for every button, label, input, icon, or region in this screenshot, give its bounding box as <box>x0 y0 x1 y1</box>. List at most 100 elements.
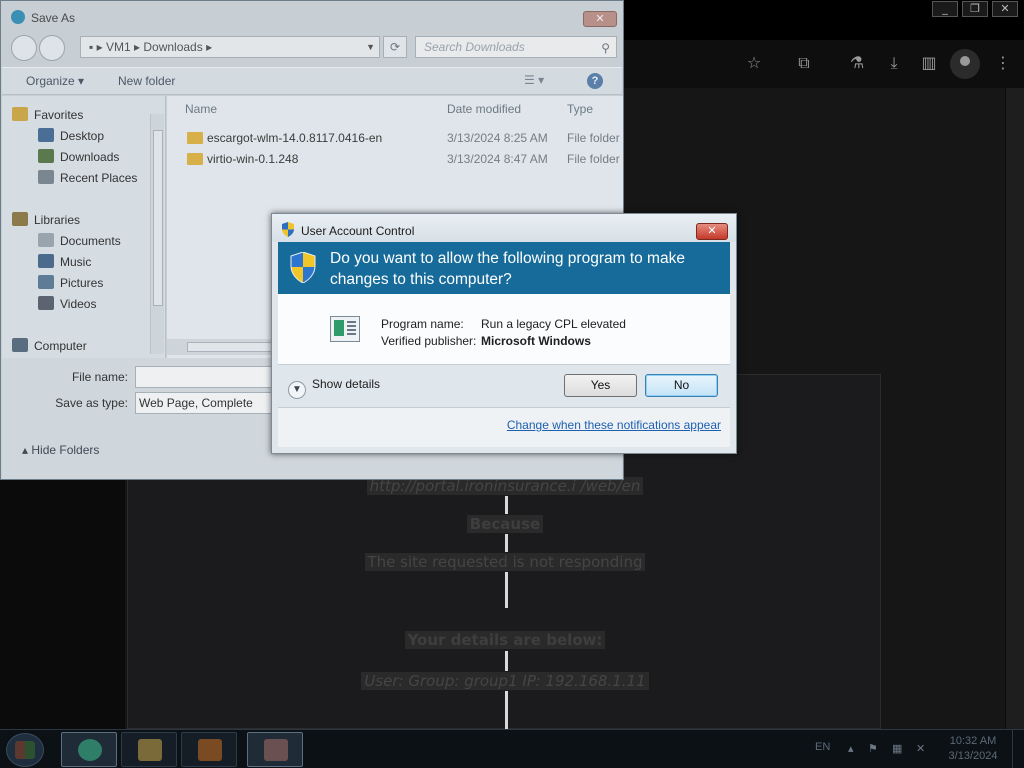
nav-favorites[interactable]: Favorites <box>12 106 83 124</box>
taskbar-browser[interactable] <box>61 732 117 767</box>
search-placeholder: Search Downloads <box>424 40 525 54</box>
publisher-value: Microsoft Windows <box>481 334 591 348</box>
language-indicator[interactable]: EN <box>815 741 830 753</box>
restore-button[interactable]: ❐ <box>962 1 988 17</box>
volume-muted-icon[interactable]: ✕ <box>916 742 928 755</box>
documents-icon <box>38 233 54 247</box>
file-date: 3/13/2024 8:47 AM <box>447 152 548 166</box>
uac-title: User Account Control <box>301 224 415 238</box>
show-desktop-button[interactable] <box>1012 730 1024 768</box>
sidepanel-icon[interactable]: ▥ <box>918 52 940 74</box>
new-folder-button[interactable]: New folder <box>118 74 175 88</box>
breadcrumb-downloads[interactable]: Downloads <box>143 40 202 54</box>
recent-places-icon <box>38 170 54 184</box>
uac-dialog: User Account Control ✕ Do you want to al… <box>271 213 737 454</box>
hscroll-thumb[interactable] <box>187 342 277 352</box>
navigation-pane: Favorites Desktop Downloads Recent Place… <box>2 96 166 358</box>
nav-documents[interactable]: Documents <box>38 232 121 250</box>
file-row[interactable]: escargot-wlm-14.0.8117.0416-en 3/13/2024… <box>167 128 623 148</box>
show-details-toggle[interactable]: ▼ Show details <box>288 377 380 399</box>
minimize-button[interactable]: _ <box>932 1 958 17</box>
view-options-icon[interactable]: ☰ ▾ <box>524 73 544 87</box>
taskbar-media-player[interactable] <box>181 732 237 767</box>
folder-icon <box>187 153 203 165</box>
no-button[interactable]: No <box>645 374 718 397</box>
uac-shield-icon <box>282 222 294 237</box>
nav-scroll-thumb[interactable] <box>153 130 163 306</box>
file-type: File folder <box>567 131 620 145</box>
flow-connector <box>505 496 508 514</box>
change-notifications-link[interactable]: Change when these notifications appear <box>507 418 721 432</box>
save-as-type-select[interactable]: Web Page, Complete <box>135 392 285 414</box>
network-icon[interactable]: ▦ <box>892 742 904 755</box>
file-name-field[interactable] <box>135 366 285 388</box>
forward-button[interactable] <box>39 35 65 61</box>
nav-desktop[interactable]: Desktop <box>38 127 104 145</box>
save-as-close-button[interactable]: ✕ <box>583 11 617 27</box>
uac-shield-icon <box>290 252 316 283</box>
chevron-up-icon: ▴ <box>22 443 29 457</box>
save-as-title: Save As <box>31 11 76 25</box>
flow-connector <box>505 691 508 729</box>
organize-button[interactable]: Organize ▾ <box>26 74 84 88</box>
nav-downloads[interactable]: Downloads <box>38 148 119 166</box>
breadcrumb-vm1[interactable]: VM1 <box>106 40 131 54</box>
nav-libraries[interactable]: Libraries <box>12 211 80 229</box>
help-icon[interactable]: ? <box>587 73 603 89</box>
nav-pictures[interactable]: Pictures <box>38 274 103 292</box>
yes-button[interactable]: Yes <box>564 374 637 397</box>
column-header-date[interactable]: Date modified <box>447 102 521 116</box>
profile-avatar[interactable] <box>950 49 980 79</box>
details-heading: Your details are below: <box>125 631 885 649</box>
clock[interactable]: 10:32 AM 3/13/2024 <box>940 734 1006 764</box>
nav-recent-places[interactable]: Recent Places <box>38 169 137 187</box>
taskbar: EN ▴ ⚑ ▦ ✕ 10:32 AM 3/13/2024 <box>0 729 1024 768</box>
file-row[interactable]: virtio-win-0.1.248 3/13/2024 8:47 AM Fil… <box>167 149 623 169</box>
start-button[interactable] <box>6 733 44 767</box>
close-button[interactable]: ✕ <box>992 1 1018 17</box>
uac-close-button[interactable]: ✕ <box>696 223 728 240</box>
menu-kebab-icon[interactable]: ⋮ <box>992 52 1014 74</box>
taskbar-uac[interactable] <box>247 732 303 767</box>
nav-music[interactable]: Music <box>38 253 91 271</box>
file-name-label: File name: <box>71 370 128 384</box>
tray-arrow-icon[interactable]: ▴ <box>848 742 860 755</box>
nav-computer[interactable]: Computer <box>12 337 87 355</box>
uac-banner: Do you want to allow the following progr… <box>278 242 730 294</box>
labs-flask-icon[interactable]: ⚗ <box>846 52 868 74</box>
flow-connector <box>505 651 508 671</box>
file-list-hscrollbar[interactable] <box>167 339 277 355</box>
refresh-button[interactable]: ⟳ <box>383 36 407 58</box>
because-heading: Because <box>125 515 885 533</box>
search-input[interactable]: Search Downloads ⚲ <box>415 36 617 58</box>
hide-folders-button[interactable]: ▴ Hide Folders <box>22 443 99 457</box>
download-icon[interactable]: ⤓ <box>883 52 905 74</box>
block-reason: The site requested is not responding <box>125 553 885 571</box>
uac-program-info: Program name: Run a legacy CPL elevated … <box>278 294 730 364</box>
flow-connector <box>505 534 508 552</box>
browser-window-controls: _ ❐ ✕ <box>928 1 1018 17</box>
taskbar-explorer[interactable] <box>121 732 177 767</box>
uac-footer: Change when these notifications appear <box>278 408 730 447</box>
control-panel-icon <box>330 316 360 342</box>
media-player-icon <box>198 739 222 761</box>
chevron-down-icon[interactable]: ▼ <box>366 37 375 57</box>
column-header-type[interactable]: Type <box>567 102 593 116</box>
program-name-value: Run a legacy CPL elevated <box>481 317 626 331</box>
extensions-icon[interactable]: ⧉ <box>793 52 815 74</box>
save-as-app-icon <box>11 10 25 24</box>
browser-app-icon <box>78 739 102 761</box>
libraries-icon <box>12 212 28 226</box>
divider <box>278 364 730 365</box>
nav-videos[interactable]: Videos <box>38 295 96 313</box>
command-bar: Organize ▾ New folder ☰ ▾ ? <box>2 67 622 95</box>
back-button[interactable] <box>11 35 37 61</box>
action-center-flag-icon[interactable]: ⚑ <box>868 742 880 755</box>
star-icon[interactable]: ☆ <box>743 52 765 74</box>
column-header-name[interactable]: Name <box>185 102 217 116</box>
desktop-icon <box>38 128 54 142</box>
browser-scrollbar[interactable] <box>1006 88 1024 729</box>
nav-scrollbar[interactable] <box>150 114 164 354</box>
uac-titlebar: User Account Control ✕ <box>272 214 736 242</box>
address-bar[interactable]: ▪ ▸ VM1 ▸ Downloads ▸ ▼ <box>80 36 380 58</box>
